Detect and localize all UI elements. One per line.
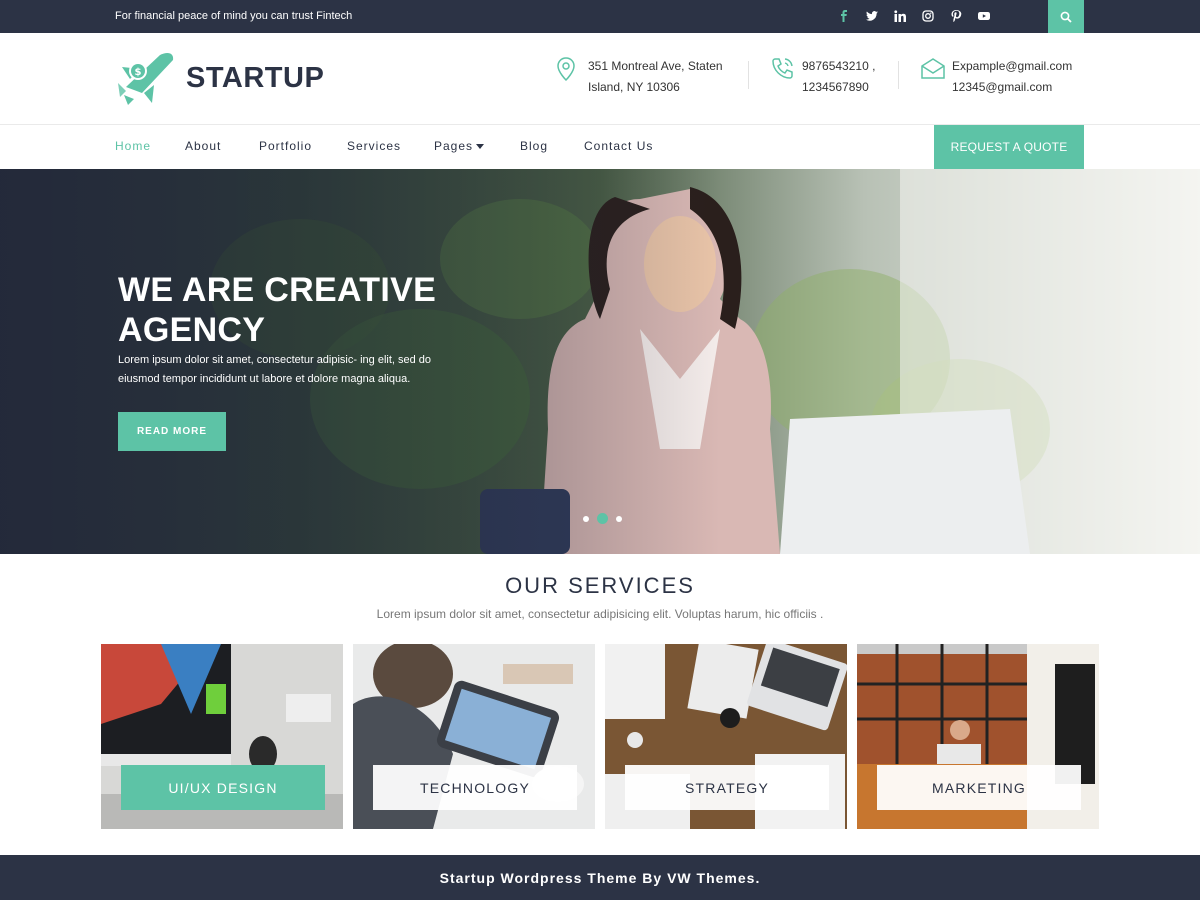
- nav-item-services[interactable]: Services: [347, 139, 401, 153]
- pinterest-icon[interactable]: [942, 8, 970, 24]
- logo-text[interactable]: STARTUP: [186, 62, 324, 95]
- phone-icon: [772, 58, 793, 79]
- top-bar: For financial peace of mind you can trus…: [0, 0, 1200, 33]
- hero-slider: WE ARE CREATIVE AGENCY Lorem ipsum dolor…: [0, 169, 1200, 554]
- address-line1: 351 Montreal Ave, Staten: [588, 59, 723, 73]
- main-nav: Home About Portfolio Services Pages Blog…: [0, 125, 1200, 169]
- address-block: 351 Montreal Ave, Staten Island, NY 1030…: [556, 56, 723, 98]
- search-button[interactable]: [1048, 0, 1084, 33]
- facebook-icon[interactable]: [830, 8, 858, 24]
- footer-credit[interactable]: Startup Wordpress Theme By VW Themes.: [440, 870, 761, 886]
- email-block: Expample@gmail.com 12345@gmail.com: [920, 56, 1072, 98]
- phone-block: 9876543210 , 1234567890: [770, 56, 875, 98]
- service-label: STRATEGY: [625, 765, 829, 810]
- social-links: [830, 8, 998, 24]
- instagram-icon[interactable]: [914, 8, 942, 24]
- map-pin-icon: [557, 57, 575, 82]
- nav-item-blog[interactable]: Blog: [520, 139, 548, 153]
- address-line2: Island, NY 10306: [588, 80, 680, 94]
- twitter-icon[interactable]: [858, 8, 886, 24]
- tagline: For financial peace of mind you can trus…: [115, 10, 353, 22]
- read-more-button[interactable]: READ MORE: [118, 412, 226, 451]
- nav-item-pages-label: Pages: [434, 139, 474, 153]
- svg-text:$: $: [135, 67, 142, 78]
- services-title: OUR SERVICES: [505, 573, 695, 598]
- slider-dots: [578, 513, 627, 524]
- nav-item-contact[interactable]: Contact Us: [584, 139, 653, 153]
- service-label: MARKETING: [877, 765, 1081, 810]
- youtube-icon[interactable]: [970, 8, 998, 24]
- request-quote-button[interactable]: REQUEST A QUOTE: [934, 125, 1084, 169]
- service-card-uiux[interactable]: UI/UX DESIGN: [101, 644, 343, 829]
- mail-icon: [921, 58, 945, 79]
- slider-dot[interactable]: [616, 515, 622, 522]
- slider-dot-active[interactable]: [597, 513, 608, 524]
- service-label: UI/UX DESIGN: [121, 765, 325, 810]
- rocket-logo-icon[interactable]: $: [116, 47, 176, 109]
- phone-line1[interactable]: 9876543210 ,: [802, 56, 875, 77]
- service-card-strategy[interactable]: STRATEGY: [605, 644, 847, 829]
- linkedin-icon[interactable]: [886, 8, 914, 24]
- caret-down-icon: [476, 144, 485, 150]
- slider-dot[interactable]: [583, 515, 589, 522]
- service-card-marketing[interactable]: MARKETING: [857, 644, 1099, 829]
- email-line1[interactable]: Expample@gmail.com: [952, 56, 1072, 77]
- search-icon: [1060, 11, 1072, 23]
- hero-title: WE ARE CREATIVE AGENCY: [118, 271, 437, 349]
- services-subtitle: Lorem ipsum dolor sit amet, consectetur …: [376, 607, 824, 621]
- divider: [898, 61, 899, 89]
- hero-text: Lorem ipsum dolor sit amet, consectetur …: [118, 354, 432, 385]
- site-header: $ STARTUP 351 Montreal Ave, Staten Islan…: [0, 33, 1200, 125]
- service-card-technology[interactable]: TECHNOLOGY: [353, 644, 595, 829]
- nav-item-portfolio[interactable]: Portfolio: [259, 139, 312, 153]
- site-footer: Startup Wordpress Theme By VW Themes.: [0, 855, 1200, 900]
- service-label: TECHNOLOGY: [373, 765, 577, 810]
- phone-line2[interactable]: 1234567890: [802, 77, 875, 98]
- nav-item-pages[interactable]: Pages: [434, 139, 485, 153]
- nav-item-about[interactable]: About: [185, 139, 221, 153]
- divider: [748, 61, 749, 89]
- nav-item-home[interactable]: Home: [115, 139, 151, 153]
- email-line2[interactable]: 12345@gmail.com: [952, 77, 1072, 98]
